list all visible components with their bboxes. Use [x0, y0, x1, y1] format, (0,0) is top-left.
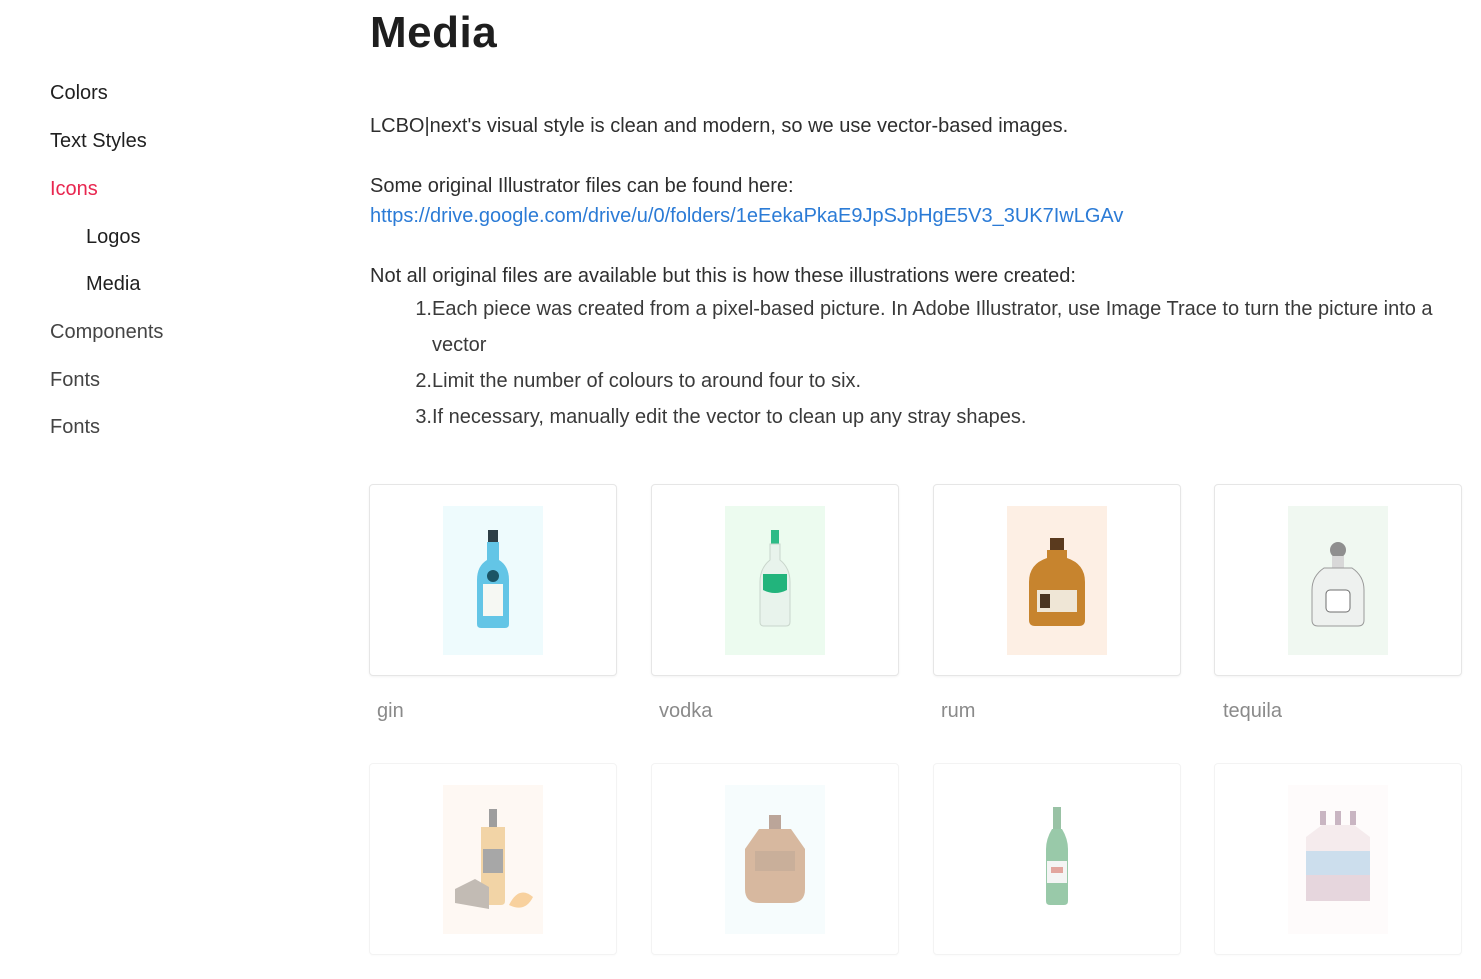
- tequila-bottle-icon: [1288, 506, 1388, 655]
- media-card-gin[interactable]: [369, 484, 617, 676]
- media-card-crown[interactable]: [651, 763, 899, 955]
- step-number: 1.: [415, 298, 432, 320]
- media-card-rum[interactable]: [933, 484, 1181, 676]
- step-text: Each piece was created from a pixel-base…: [432, 298, 1433, 356]
- media-card-tequila[interactable]: [1214, 484, 1462, 676]
- media-card-vodka[interactable]: [651, 484, 899, 676]
- sidebar-item-fonts-2[interactable]: Fonts: [50, 416, 100, 439]
- media-card-six-pack[interactable]: [1214, 763, 1462, 955]
- media-caption: gin: [377, 700, 404, 722]
- step-number: 2.: [415, 370, 432, 392]
- files-label: Some original Illustrator files can be f…: [370, 175, 794, 197]
- sidebar-item-components[interactable]: Components: [50, 321, 163, 344]
- step-text: Limit the number of colours to around fo…: [432, 370, 862, 392]
- sidebar-item-text-styles[interactable]: Text Styles: [50, 130, 147, 153]
- whisky-bottle-icon: [443, 785, 543, 934]
- media-caption: rum: [941, 700, 976, 722]
- sidebar-item-colors[interactable]: Colors: [50, 82, 108, 105]
- beer-bottle-icon: [1007, 785, 1107, 934]
- sidebar-item-media[interactable]: Media: [86, 273, 140, 296]
- sidebar-item-fonts[interactable]: Fonts: [50, 369, 100, 392]
- intro-text: LCBO|next's visual style is clean and mo…: [370, 115, 1069, 137]
- gin-bottle-icon: [443, 506, 543, 655]
- process-intro: Not all original files are available but…: [370, 265, 1076, 287]
- vodka-bottle-icon: [725, 506, 825, 655]
- rum-bottle-icon: [1007, 506, 1107, 655]
- step-number: 3.: [415, 406, 432, 428]
- media-card-beer[interactable]: [933, 763, 1181, 955]
- media-card-whisky[interactable]: [369, 763, 617, 955]
- step-text: If necessary, manually edit the vector t…: [432, 406, 1027, 428]
- sidebar-item-icons[interactable]: Icons: [50, 178, 98, 201]
- media-caption: tequila: [1223, 700, 1282, 722]
- files-link[interactable]: https://drive.google.com/drive/u/0/folde…: [370, 205, 1123, 227]
- crown-royal-bottle-icon: [725, 785, 825, 934]
- beer-six-pack-icon: [1288, 785, 1388, 934]
- page-title: Media: [370, 8, 498, 57]
- media-caption: vodka: [659, 700, 713, 722]
- sidebar-item-logos[interactable]: Logos: [86, 226, 141, 249]
